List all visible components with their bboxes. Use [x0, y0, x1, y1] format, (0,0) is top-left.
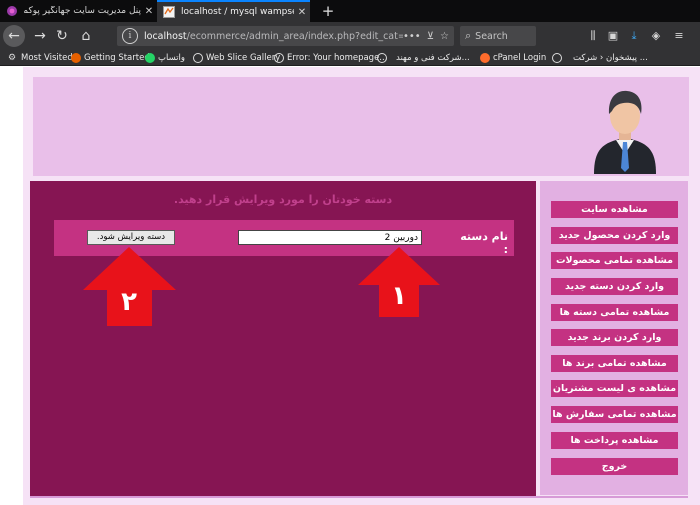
whatsapp-icon — [145, 53, 155, 63]
page-footer-line — [30, 496, 688, 498]
url-host: localhost — [144, 30, 187, 42]
menu-view-brands[interactable]: مشاهده تمامی برند ها — [551, 355, 678, 372]
form-instruction: دسته خودتان را مورد ویرایش قرار دهید. — [173, 193, 393, 206]
firefox-icon — [7, 6, 17, 16]
screenshot-root: پنل مدیریت سایت جهانگیر پوکم ✕ localhost… — [0, 0, 700, 505]
url-text[interactable]: localhost/ecommerce/admin_area/index.php… — [144, 31, 403, 42]
search-bar[interactable]: ⌕ Search — [460, 26, 536, 46]
tab-title-phpmyadmin: localhost / mysql wampserver / ec — [181, 7, 294, 17]
menu-view-categories[interactable]: مشاهده تمامی دسته ها — [551, 304, 678, 321]
extension-icon[interactable]: ◈ — [649, 29, 663, 43]
globe-icon — [552, 53, 562, 63]
bookmark-label: Error: Your homepage... — [287, 53, 388, 63]
browser-tab-bar: پنل مدیریت سایت جهانگیر پوکم ✕ localhost… — [0, 0, 700, 22]
search-icon: ⌕ — [465, 29, 472, 42]
bookmark-star-icon[interactable]: ☆ — [440, 31, 449, 42]
bookmark-error-homepage[interactable]: Error: Your homepage... — [274, 51, 387, 65]
bookmark-web-slice-gallery[interactable]: Web Slice Gallery — [193, 51, 280, 65]
gear-icon: ⚙ — [8, 53, 17, 63]
library-icon[interactable]: ⫼ — [586, 29, 600, 43]
browser-toolbar: ← → ↻ ⌂ i localhost/ecommerce/admin_area… — [0, 22, 700, 50]
download-icon[interactable]: ⤓ — [627, 29, 641, 43]
new-tab-button[interactable]: + — [318, 1, 338, 21]
sidebar-icon[interactable]: ▣ — [606, 29, 620, 43]
arrow-2-number: ٢ — [121, 287, 137, 317]
bookmark-label: Web Slice Gallery — [206, 53, 281, 63]
bookmarks-bar: ⚙ Most Visited Getting Started واتساپ We… — [0, 50, 700, 66]
category-name-label: نام دسته : — [460, 230, 508, 256]
pocket-icon[interactable]: ⊻ — [427, 31, 434, 42]
bookmark-label: Most Visited — [21, 53, 73, 63]
menu-view-site[interactable]: مشاهده سایت — [551, 201, 678, 218]
address-bar[interactable]: i localhost/ecommerce/admin_area/index.p… — [117, 26, 454, 46]
bookmark-label: Getting Started — [84, 53, 150, 63]
url-path: /ecommerce/admin_area/index.php?edit_cat… — [186, 30, 403, 42]
bookmark-most-visited[interactable]: ⚙ Most Visited — [8, 51, 73, 65]
bookmark-label: واتساپ — [158, 53, 186, 63]
menu-view-orders[interactable]: مشاهده تمامی سفارش ها — [551, 406, 678, 423]
cpanel-icon — [480, 53, 490, 63]
search-placeholder: Search — [475, 30, 508, 42]
bookmark-getting-started[interactable]: Getting Started — [71, 51, 150, 65]
edit-category-button[interactable]: دسته ویرایش شود. — [87, 230, 175, 245]
admin-avatar — [594, 90, 656, 174]
bookmark-dashboard[interactable]: پیشخوان ‹ شرکت ... — [552, 51, 648, 65]
globe-icon — [274, 53, 284, 63]
menu-view-products[interactable]: مشاهده تمامی محصولات — [551, 252, 678, 269]
bookmark-label: پیشخوان ‹ شرکت ... — [573, 53, 648, 63]
forward-button[interactable]: → — [29, 25, 51, 47]
menu-insert-brand[interactable]: وارد کردن برند جدید — [551, 329, 678, 346]
bookmark-whatsapp[interactable]: واتساپ — [145, 51, 185, 65]
globe-icon — [193, 53, 203, 63]
menu-view-customers[interactable]: مشاهده ی لیست مشتریان — [551, 380, 678, 397]
tab-phpmyadmin[interactable]: localhost / mysql wampserver / ec ✕ — [157, 0, 310, 22]
back-button[interactable]: ← — [3, 25, 25, 47]
bookmark-cpanel[interactable]: cPanel Login — [480, 51, 546, 65]
menu-logout[interactable]: خروج — [551, 458, 678, 475]
firefox-icon — [71, 53, 81, 63]
bookmark-label: شرکت فنی و مهند... — [396, 53, 470, 63]
page-actions-icon[interactable]: ••• — [403, 31, 421, 42]
category-name-input[interactable] — [238, 230, 422, 245]
menu-insert-category[interactable]: وارد کردن دسته جدید — [551, 278, 678, 295]
tab-title-admin-panel: پنل مدیریت سایت جهانگیر پوکم — [24, 6, 141, 16]
bookmark-label: cPanel Login — [493, 53, 547, 63]
info-icon[interactable]: i — [122, 28, 138, 44]
close-icon[interactable]: ✕ — [141, 6, 157, 17]
reload-button[interactable]: ↻ — [51, 25, 73, 47]
bookmark-company[interactable]: شرکت فنی و مهند... — [377, 51, 470, 65]
tab-admin-panel[interactable]: پنل مدیریت سایت جهانگیر پوکم ✕ — [0, 0, 157, 22]
phpmyadmin-icon — [163, 6, 175, 18]
globe-icon — [377, 53, 387, 63]
menu-view-payments[interactable]: مشاهده پرداخت ها — [551, 432, 678, 449]
arrow-1-number: ١ — [391, 281, 407, 311]
menu-insert-product[interactable]: وارد کردن محصول جدید — [551, 227, 678, 244]
home-button[interactable]: ⌂ — [75, 25, 97, 47]
menu-icon[interactable]: ≡ — [672, 29, 686, 43]
close-icon[interactable]: ✕ — [294, 7, 310, 18]
